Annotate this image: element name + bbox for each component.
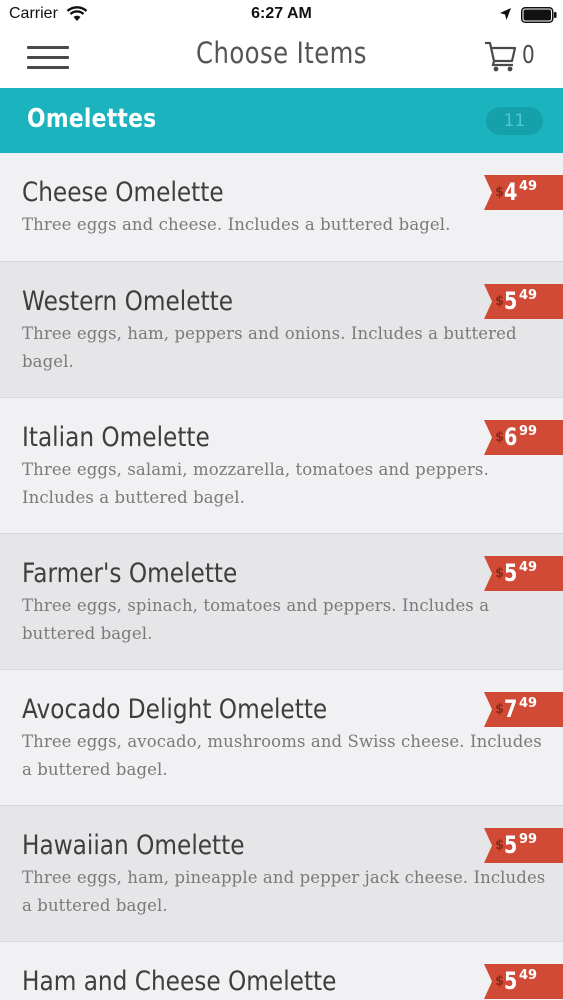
menu-item[interactable]: Western Omelette Three eggs, ham, pepper… — [0, 262, 563, 398]
price-tag: $ 7 49 — [484, 692, 563, 727]
price-tag: $ 5 49 — [484, 964, 563, 999]
item-description: Three eggs, salami, mozzarella, tomatoes… — [22, 460, 489, 507]
item-description: Three eggs, ham, peppers and onions. Inc… — [22, 324, 517, 371]
price-cents: 49 — [519, 696, 538, 711]
item-description: Three eggs and cheese. Includes a butter… — [22, 215, 451, 234]
cart-button[interactable]: 0 — [484, 39, 544, 75]
status-time: 6:27 AM — [251, 5, 312, 22]
item-name: Ham and Cheese Omelette — [22, 966, 337, 997]
price-tag: $ 4 49 — [484, 175, 563, 210]
price-tag: $ 6 99 — [484, 420, 563, 455]
price-tag: $ 5 49 — [484, 556, 563, 591]
item-name: Western Omelette — [22, 286, 234, 317]
menu-item[interactable]: Italian Omelette Three eggs, salami, moz… — [0, 398, 563, 534]
price-tag: $ 5 99 — [484, 828, 563, 863]
currency-symbol: $ — [495, 974, 505, 989]
item-description: Three eggs, ham, pineapple and pepper ja… — [22, 868, 546, 915]
currency-symbol: $ — [495, 430, 505, 445]
price-cents: 49 — [519, 288, 538, 303]
price-cents: 99 — [519, 424, 538, 439]
price-dollars: 7 — [504, 695, 518, 723]
currency-symbol: $ — [495, 185, 505, 200]
item-name: Italian Omelette — [22, 422, 210, 453]
currency-symbol: $ — [495, 294, 505, 309]
menu-item[interactable]: Farmer's Omelette Three eggs, spinach, t… — [0, 534, 563, 670]
cart-count: 0 — [522, 40, 535, 69]
currency-symbol: $ — [495, 702, 505, 717]
menu-item[interactable]: Hawaiian Omelette Three eggs, ham, pinea… — [0, 806, 563, 942]
shopping-cart-icon — [485, 41, 517, 72]
item-name: Hawaiian Omelette — [22, 830, 245, 861]
menu-item[interactable]: Ham and Cheese Omelette $ 5 49 — [0, 942, 563, 1000]
price-cents: 49 — [519, 968, 538, 983]
currency-symbol: $ — [495, 838, 505, 853]
price-tag: $ 5 49 — [484, 284, 563, 319]
category-count-badge: 11 — [486, 107, 543, 135]
status-bar: Carrier 6:27 AM — [0, 0, 563, 30]
nav-bar: Choose Items 0 — [0, 30, 563, 88]
category-header-omelettes[interactable]: Omelettes 11 — [0, 88, 563, 153]
price-cents: 99 — [519, 832, 538, 847]
battery-icon — [521, 7, 557, 23]
price-dollars: 4 — [504, 178, 518, 206]
item-description: Three eggs, spinach, tomatoes and pepper… — [22, 596, 490, 643]
page-title: Choose Items — [196, 36, 367, 70]
location-arrow-icon — [500, 8, 511, 20]
menu-item[interactable]: Cheese Omelette Three eggs and cheese. I… — [0, 153, 563, 262]
price-dollars: 5 — [504, 559, 518, 587]
item-name: Farmer's Omelette — [22, 558, 238, 589]
currency-symbol: $ — [495, 566, 505, 581]
price-dollars: 5 — [504, 967, 518, 995]
item-name: Cheese Omelette — [22, 177, 224, 208]
item-description: Three eggs, avocado, mushrooms and Swiss… — [22, 732, 542, 779]
category-title: Omelettes — [27, 104, 157, 134]
item-name: Avocado Delight Omelette — [22, 694, 328, 725]
price-cents: 49 — [519, 560, 538, 575]
price-cents: 49 — [519, 179, 538, 194]
price-dollars: 6 — [504, 423, 518, 451]
price-dollars: 5 — [504, 287, 518, 315]
menu-item[interactable]: Avocado Delight Omelette Three eggs, avo… — [0, 670, 563, 806]
price-dollars: 5 — [504, 831, 518, 859]
